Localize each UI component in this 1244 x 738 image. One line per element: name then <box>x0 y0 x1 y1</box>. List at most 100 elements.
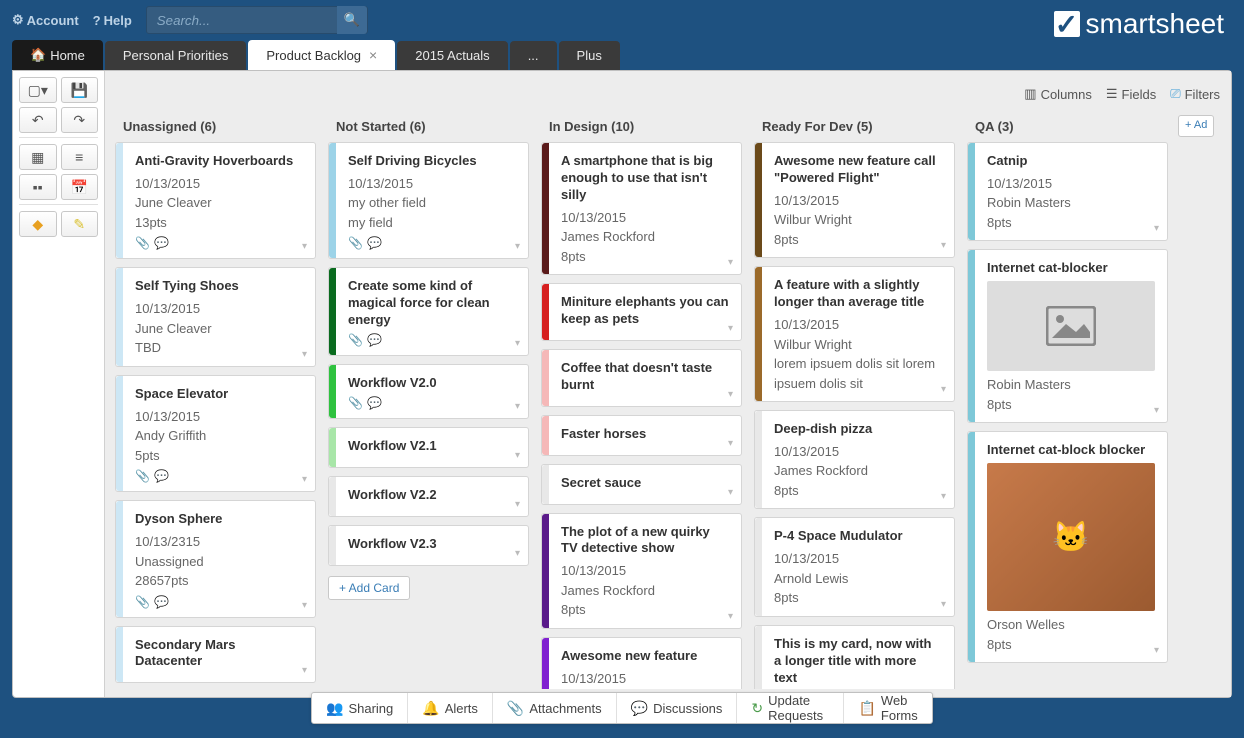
card[interactable]: Self Driving Bicycles10/13/2015my other … <box>328 142 529 259</box>
card-expand-icon[interactable]: ▾ <box>515 450 520 461</box>
card-expand-icon[interactable]: ▾ <box>1154 223 1159 234</box>
card[interactable]: Faster horses▾ <box>541 415 742 456</box>
card-stripe <box>755 518 762 615</box>
attachment-icon: 📎 <box>348 333 363 347</box>
tab-2015-actuals[interactable]: 2015 Actuals <box>397 41 507 70</box>
tab-home[interactable]: 🏠Home <box>12 40 103 70</box>
tab-plus[interactable]: Plus <box>559 41 620 70</box>
card-field: 10/13/2015 <box>774 442 942 462</box>
question-icon: ? <box>93 13 101 28</box>
card-field: 8pts <box>561 247 729 267</box>
help-link[interactable]: ? Help <box>93 13 132 28</box>
card[interactable]: A feature with a slightly longer than av… <box>754 266 955 402</box>
card-expand-icon[interactable]: ▾ <box>728 389 733 400</box>
tab--[interactable]: ... <box>510 41 557 70</box>
tool-sheet-dropdown[interactable]: ▢▾ <box>19 77 57 103</box>
columns-control[interactable]: ▥Columns <box>1024 86 1092 102</box>
card-expand-icon[interactable]: ▾ <box>941 491 946 502</box>
card-expand-icon[interactable]: ▾ <box>515 548 520 559</box>
tab-close-icon[interactable]: × <box>369 47 377 63</box>
card-expand-icon[interactable]: ▾ <box>302 474 307 485</box>
card[interactable]: Secret sauce▾ <box>541 464 742 505</box>
card[interactable]: Secondary Mars Datacenter▾ <box>115 626 316 684</box>
tool-undo[interactable]: ↶ <box>19 107 57 133</box>
card[interactable]: Internet cat-blockerRobin Masters8pts▾ <box>967 249 1168 423</box>
card-expand-icon[interactable]: ▾ <box>728 611 733 622</box>
card[interactable]: Self Tying Shoes10/13/2015June CleaverTB… <box>115 267 316 366</box>
bottombar-webforms[interactable]: 📋Web Forms <box>844 693 932 723</box>
card-content: Coffee that doesn't taste burnt▾ <box>549 350 741 406</box>
tool-conditional-format[interactable]: ◆ <box>19 211 57 237</box>
card-expand-icon[interactable]: ▾ <box>515 241 520 252</box>
card[interactable]: Miniture elephants you can keep as pets▾ <box>541 283 742 341</box>
bottombar-discussions[interactable]: 💬Discussions <box>617 693 738 723</box>
card-expand-icon[interactable]: ▾ <box>1154 405 1159 416</box>
filters-control[interactable]: ⎚Filters <box>1170 86 1220 102</box>
card-expand-icon[interactable]: ▾ <box>1154 645 1159 656</box>
add-column-button[interactable]: + Ad <box>1178 115 1214 137</box>
card-expand-icon[interactable]: ▾ <box>728 438 733 449</box>
add-card-button[interactable]: + Add Card <box>328 576 410 600</box>
tool-indent[interactable]: ≡ <box>61 144 99 170</box>
card-stripe <box>329 428 336 467</box>
bottombar-attachments[interactable]: 📎Attachments <box>493 693 617 723</box>
tool-calendar-view[interactable]: 📅 <box>61 174 99 200</box>
card-title: Anti-Gravity Hoverboards <box>135 153 303 170</box>
card[interactable]: P-4 Space Mudulator10/13/2015Arnold Lewi… <box>754 517 955 616</box>
fields-control[interactable]: ☰Fields <box>1106 86 1156 102</box>
card[interactable]: The plot of a new quirky TV detective sh… <box>541 513 742 629</box>
card[interactable]: Workflow V2.1▾ <box>328 427 529 468</box>
card-expand-icon[interactable]: ▾ <box>515 499 520 510</box>
card-expand-icon[interactable]: ▾ <box>941 240 946 251</box>
card-expand-icon[interactable]: ▾ <box>515 338 520 349</box>
card-field: 8pts <box>987 395 1155 415</box>
card[interactable]: Awesome new feature call "Powered Flight… <box>754 142 955 258</box>
comment-icon: 💬 <box>154 595 169 609</box>
card[interactable]: Workflow V2.3▾ <box>328 525 529 566</box>
tool-highlight[interactable]: ✎ <box>61 211 99 237</box>
card[interactable]: Workflow V2.0📎💬▾ <box>328 364 529 419</box>
bottombar-alerts[interactable]: 🔔Alerts <box>408 693 493 723</box>
card-stripe <box>329 365 336 418</box>
column-header: QA (3) <box>965 113 1170 142</box>
card-field: 13pts <box>135 213 303 233</box>
bottombar-updates[interactable]: ↻Update Requests <box>737 693 844 723</box>
card-expand-icon[interactable]: ▾ <box>941 599 946 610</box>
card[interactable]: Dyson Sphere10/13/2315Unassigned28657pts… <box>115 500 316 617</box>
card-content: Deep-dish pizza10/13/2015James Rockford8… <box>762 411 954 508</box>
card-stripe <box>329 268 336 355</box>
card-attachments-icons: 📎💬 <box>348 396 516 410</box>
tab-personal-priorities[interactable]: Personal Priorities <box>105 41 247 70</box>
card-expand-icon[interactable]: ▾ <box>728 257 733 268</box>
card[interactable]: This is my card, now with a longer title… <box>754 625 955 689</box>
tab-product-backlog[interactable]: Product Backlog× <box>248 40 395 70</box>
card[interactable]: Internet cat-block blocker🐱Orson Welles8… <box>967 431 1168 663</box>
tool-card-view[interactable]: ▪▪ <box>19 174 57 200</box>
card[interactable]: Coffee that doesn't taste burnt▾ <box>541 349 742 407</box>
tool-grid-view[interactable]: ▦ <box>19 144 57 170</box>
column-header: In Design (10) <box>539 113 744 142</box>
card-expand-icon[interactable]: ▾ <box>302 241 307 252</box>
card[interactable]: Catnip10/13/2015Robin Masters8pts▾ <box>967 142 1168 241</box>
tool-save[interactable]: 💾 <box>61 77 99 103</box>
card[interactable]: Workflow V2.2▾ <box>328 476 529 517</box>
card[interactable]: Awesome new feature10/13/2015James Rockf… <box>541 637 742 689</box>
card-expand-icon[interactable]: ▾ <box>728 487 733 498</box>
card-expand-icon[interactable]: ▾ <box>728 323 733 334</box>
search-button[interactable]: 🔍 <box>337 6 367 34</box>
card[interactable]: Anti-Gravity Hoverboards10/13/2015June C… <box>115 142 316 259</box>
bottombar-sharing[interactable]: 👥Sharing <box>312 693 408 723</box>
card-expand-icon[interactable]: ▾ <box>302 349 307 360</box>
card[interactable]: Create some kind of magical force for cl… <box>328 267 529 356</box>
card[interactable]: Deep-dish pizza10/13/2015James Rockford8… <box>754 410 955 509</box>
image-placeholder-icon <box>987 281 1155 371</box>
card[interactable]: Space Elevator10/13/2015Andy Griffith5pt… <box>115 375 316 492</box>
card-expand-icon[interactable]: ▾ <box>941 384 946 395</box>
card-expand-icon[interactable]: ▾ <box>302 665 307 676</box>
account-link[interactable]: ⚙ Account <box>12 12 79 28</box>
tool-redo[interactable]: ↷ <box>61 107 99 133</box>
card-expand-icon[interactable]: ▾ <box>302 600 307 611</box>
card[interactable]: A smartphone that is big enough to use t… <box>541 142 742 275</box>
card-expand-icon[interactable]: ▾ <box>515 401 520 412</box>
search-input[interactable] <box>147 13 337 28</box>
